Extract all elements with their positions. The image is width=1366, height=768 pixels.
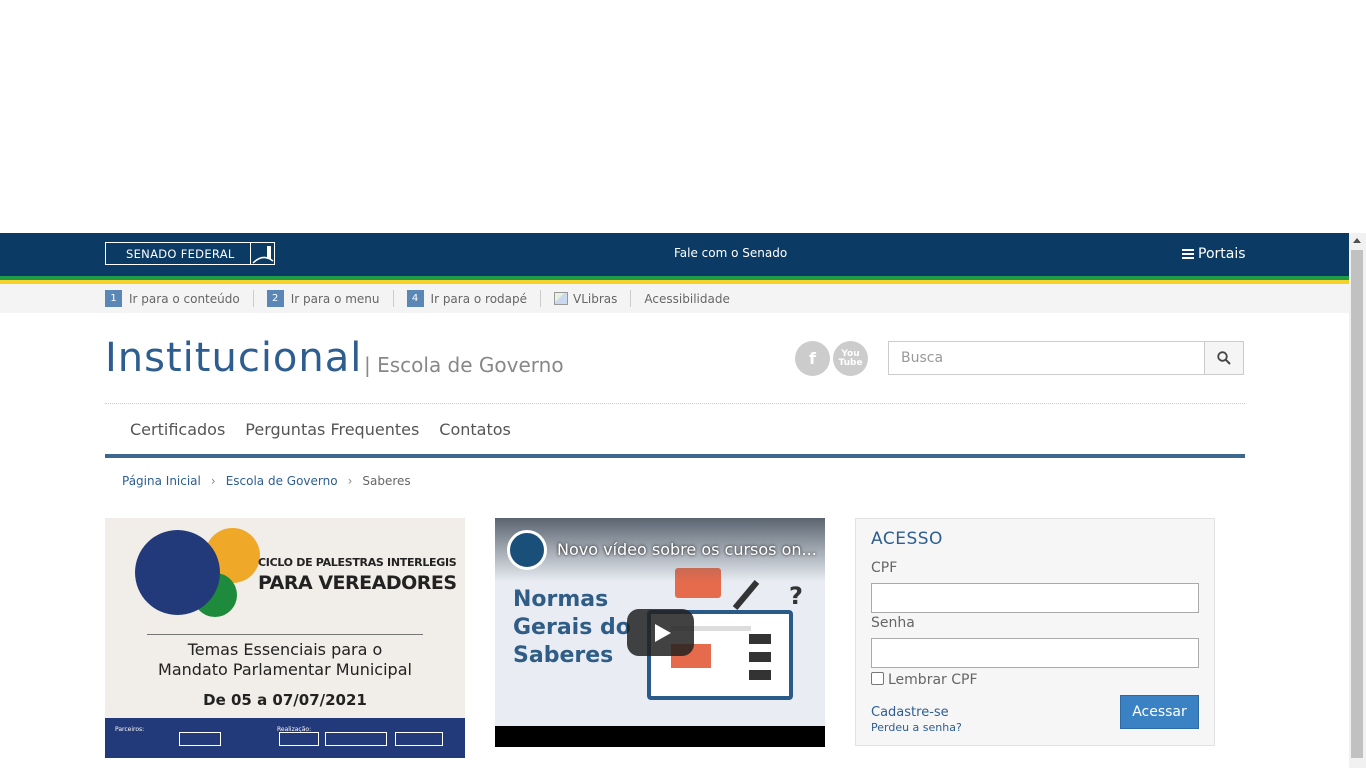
nav-underline bbox=[105, 454, 1245, 458]
vlibras-label: VLibras bbox=[573, 291, 618, 306]
skip-link-label: Ir para o rodapé bbox=[430, 291, 528, 306]
chevron-right-icon: › bbox=[210, 474, 216, 488]
skip-to-content-link[interactable]: 1 Ir para o conteúdo bbox=[105, 290, 254, 307]
play-button[interactable] bbox=[627, 609, 694, 656]
banner-line2: PARA VEREADORES bbox=[258, 572, 457, 594]
header-divider bbox=[105, 403, 1245, 404]
breadcrumb-escola-link[interactable]: Escola de Governo bbox=[226, 474, 338, 488]
password-input[interactable] bbox=[871, 638, 1199, 668]
cadastre-se-link[interactable]: Cadastre-se bbox=[871, 705, 949, 720]
main-nav: Certificados Perguntas Frequentes Contat… bbox=[130, 420, 511, 439]
senha-label: Senha bbox=[871, 615, 915, 631]
accessibility-links: 1 Ir para o conteúdo 2 Ir para o menu 4 … bbox=[105, 290, 756, 307]
banner-footer: Parceiros: Realização: bbox=[105, 718, 465, 758]
senado-building-icon bbox=[250, 243, 274, 264]
site-title[interactable]: Institucional bbox=[105, 335, 362, 381]
question-mark-icon: ? bbox=[789, 582, 803, 610]
banner-dates: De 05 a 07/07/2021 bbox=[203, 691, 367, 709]
breadcrumb-home-link[interactable]: Página Inicial bbox=[122, 474, 201, 488]
scroll-up-arrow-icon[interactable] bbox=[1353, 238, 1361, 243]
thumb-line: Saberes bbox=[513, 643, 614, 668]
play-icon bbox=[654, 623, 671, 642]
search-button[interactable] bbox=[1204, 341, 1244, 375]
page: SENADO FEDERAL Fale com o Senado Portais… bbox=[0, 0, 1366, 768]
shortcut-number: 4 bbox=[406, 290, 424, 307]
search-icon bbox=[1217, 351, 1231, 365]
skip-to-footer-link[interactable]: 4 Ir para o rodapé bbox=[406, 290, 542, 307]
banner-divider bbox=[147, 634, 423, 635]
navy-circle bbox=[135, 530, 220, 615]
senado-federal-label: SENADO FEDERAL bbox=[126, 246, 235, 261]
acessibilidade-link[interactable]: Acessibilidade bbox=[644, 290, 742, 307]
banner-theme: Temas Essenciais para o Mandato Parlamen… bbox=[105, 640, 465, 680]
search-input[interactable] bbox=[888, 341, 1205, 375]
youtube-icon[interactable]: You Tube bbox=[833, 341, 868, 376]
acessibilidade-label: Acessibilidade bbox=[644, 291, 730, 306]
broken-image-icon bbox=[554, 292, 569, 305]
remember-cpf-label: Lembrar CPF bbox=[888, 672, 978, 688]
login-panel: ACESSO CPF Senha Lembrar CPF Cadastre-se… bbox=[855, 518, 1215, 746]
thumb-line: Normas bbox=[513, 587, 609, 612]
senado-federal-logo[interactable]: SENADO FEDERAL bbox=[105, 242, 275, 265]
thumb-line: Gerais do bbox=[513, 615, 631, 640]
portais-menu-button[interactable]: Portais bbox=[1182, 246, 1246, 262]
nav-item-contatos[interactable]: Contatos bbox=[439, 420, 511, 439]
site-subtitle: | Escola de Governo bbox=[364, 353, 564, 377]
partner-logo bbox=[325, 732, 387, 746]
parceiros-label: Parceiros: bbox=[115, 726, 145, 733]
skip-link-label: Ir para o menu bbox=[290, 291, 380, 306]
youtube-video-embed[interactable]: ? Normas Gerais do Saberes Novo vídeo so… bbox=[495, 518, 825, 747]
vertical-scrollbar[interactable] bbox=[1349, 233, 1366, 768]
skip-link-label: Ir para o conteúdo bbox=[129, 291, 240, 306]
chevron-right-icon: › bbox=[347, 474, 353, 488]
fale-com-senado-link[interactable]: Fale com o Senado bbox=[674, 246, 787, 260]
banner-line3: Temas Essenciais para o bbox=[187, 640, 383, 659]
shortcut-number: 1 bbox=[105, 290, 122, 307]
partner-logo bbox=[279, 732, 319, 746]
login-title: ACESSO bbox=[871, 529, 943, 549]
video-title[interactable]: Novo vídeo sobre os cursos on... bbox=[557, 540, 817, 559]
scrollbar-thumb[interactable] bbox=[1351, 250, 1363, 758]
facebook-icon[interactable]: f bbox=[795, 341, 830, 376]
forgot-password-link[interactable]: Perdeu a senha? bbox=[871, 721, 962, 734]
channel-logo[interactable] bbox=[507, 530, 547, 570]
remember-cpf-checkbox[interactable] bbox=[871, 672, 884, 685]
cpf-input[interactable] bbox=[871, 583, 1199, 613]
skip-to-menu-link[interactable]: 2 Ir para o menu bbox=[266, 290, 394, 307]
nav-item-certificados[interactable]: Certificados bbox=[130, 420, 225, 439]
partner-logo bbox=[179, 732, 221, 746]
breadcrumb-current: Saberes bbox=[362, 474, 411, 488]
portais-label: Portais bbox=[1198, 246, 1246, 262]
vlibras-link[interactable]: VLibras bbox=[554, 290, 632, 307]
partner-logo bbox=[395, 732, 443, 746]
event-banner[interactable]: CICLO DE PALESTRAS INTERLEGIS PARA VEREA… bbox=[105, 518, 465, 758]
banner-line4: Mandato Parlamentar Municipal bbox=[158, 660, 412, 679]
cpf-label: CPF bbox=[871, 560, 898, 576]
pencil-icon bbox=[732, 580, 760, 610]
shortcut-number: 2 bbox=[266, 290, 284, 307]
breadcrumb: Página Inicial › Escola de Governo › Sab… bbox=[122, 474, 411, 488]
banner-line1: CICLO DE PALESTRAS INTERLEGIS bbox=[258, 556, 457, 569]
nav-item-perguntas-frequentes[interactable]: Perguntas Frequentes bbox=[245, 420, 419, 439]
video-thumbnail-text: Normas Gerais do Saberes bbox=[513, 586, 631, 670]
acessar-button[interactable]: Acessar bbox=[1120, 695, 1199, 729]
hamburger-icon bbox=[1182, 249, 1194, 259]
